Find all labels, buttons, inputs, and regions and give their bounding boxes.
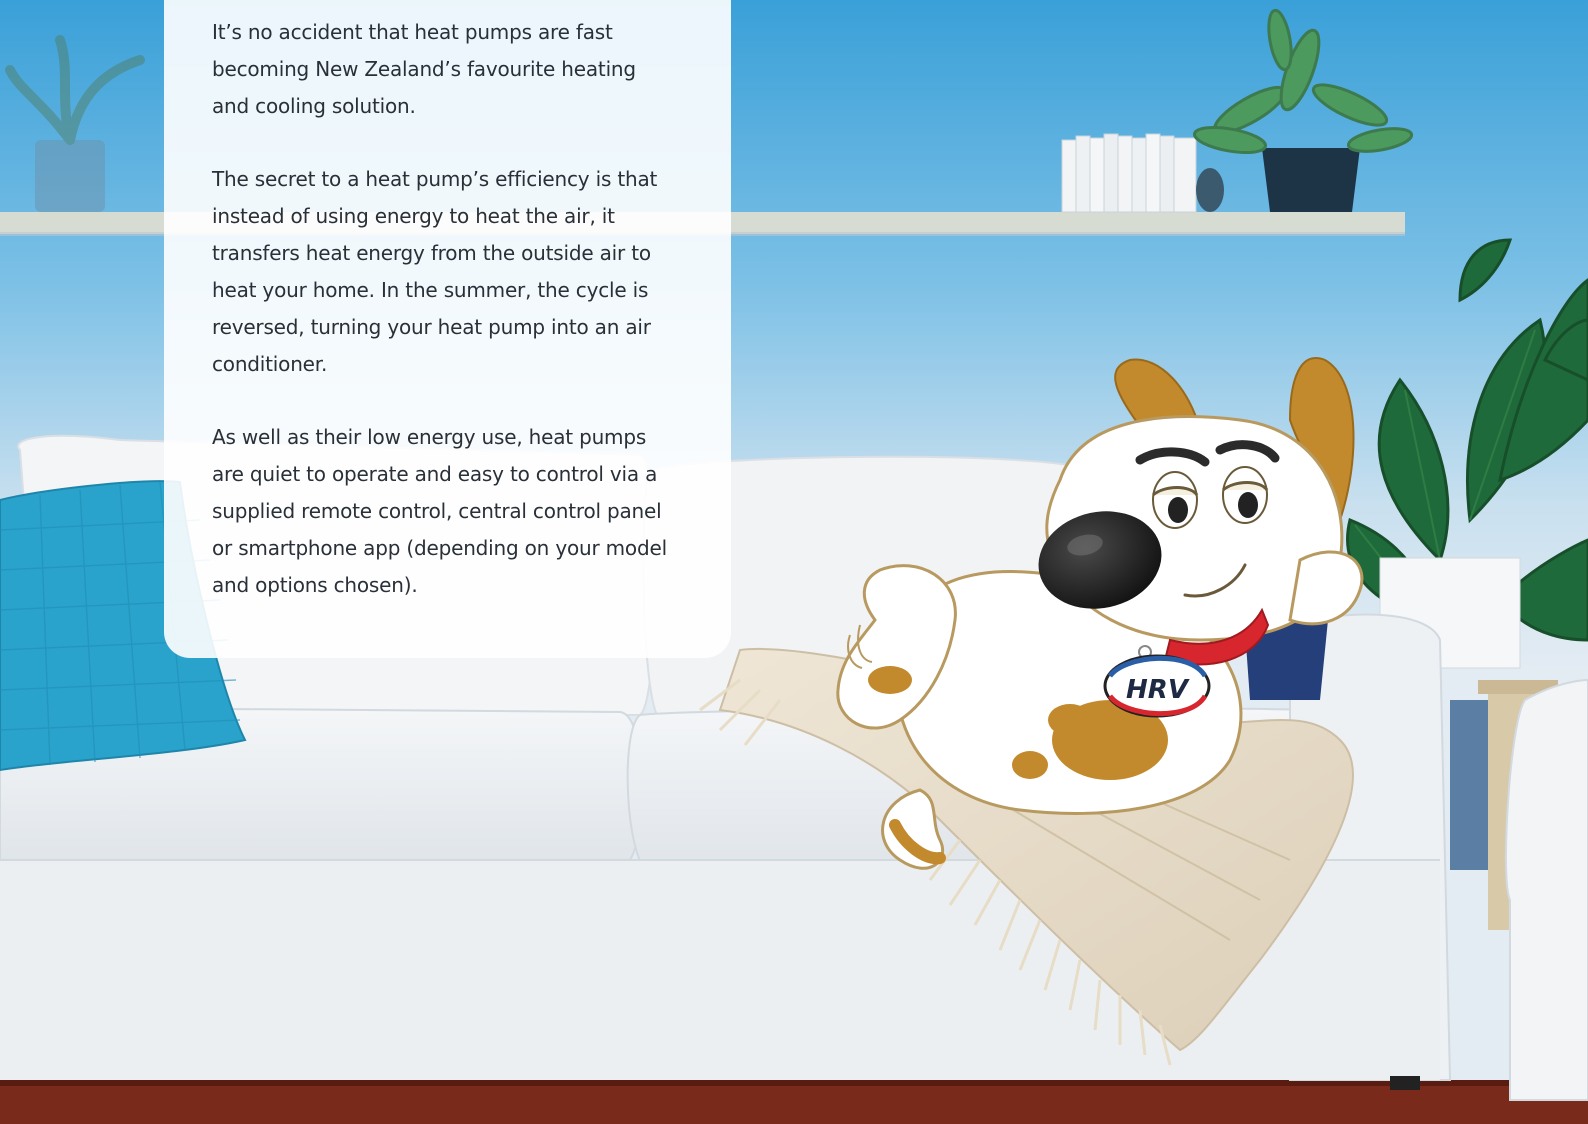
text-line: becoming New Zealand’s favourite heating — [212, 57, 636, 81]
intro-text-card: It’s no accident that heat pumps are fas… — [164, 0, 731, 658]
intro-paragraph: It’s no accident that heat pumps are fas… — [212, 14, 691, 125]
text-line: It’s no accident that heat pumps are fas… — [212, 20, 613, 44]
text-line: As well as their low energy use, heat pu… — [212, 425, 647, 449]
text-line: instead of using energy to heat the air,… — [212, 204, 615, 228]
text-line: supplied remote control, central control… — [212, 499, 662, 523]
text-line: and cooling solution. — [212, 94, 416, 118]
text-line: reversed, turning your heat pump into an… — [212, 315, 651, 339]
floor — [0, 1080, 1588, 1124]
hrv-badge-text: HRV — [1126, 675, 1190, 705]
text-line: are quiet to operate and easy to control… — [212, 462, 658, 486]
text-line: and options chosen). — [212, 573, 418, 597]
text-line: transfers heat energy from the outside a… — [212, 241, 651, 265]
control-paragraph: As well as their low energy use, heat pu… — [212, 419, 691, 604]
text-line: The secret to a heat pump’s efficiency i… — [212, 167, 658, 191]
text-line: heat your home. In the summer, the cycle… — [212, 278, 649, 302]
text-line: conditioner. — [212, 352, 328, 376]
efficiency-paragraph: The secret to a heat pump’s efficiency i… — [212, 161, 691, 383]
text-line: or smartphone app (depending on your mod… — [212, 536, 667, 560]
brochure-page: HRV It’s no accident that heat pumps are… — [0, 0, 1588, 1124]
